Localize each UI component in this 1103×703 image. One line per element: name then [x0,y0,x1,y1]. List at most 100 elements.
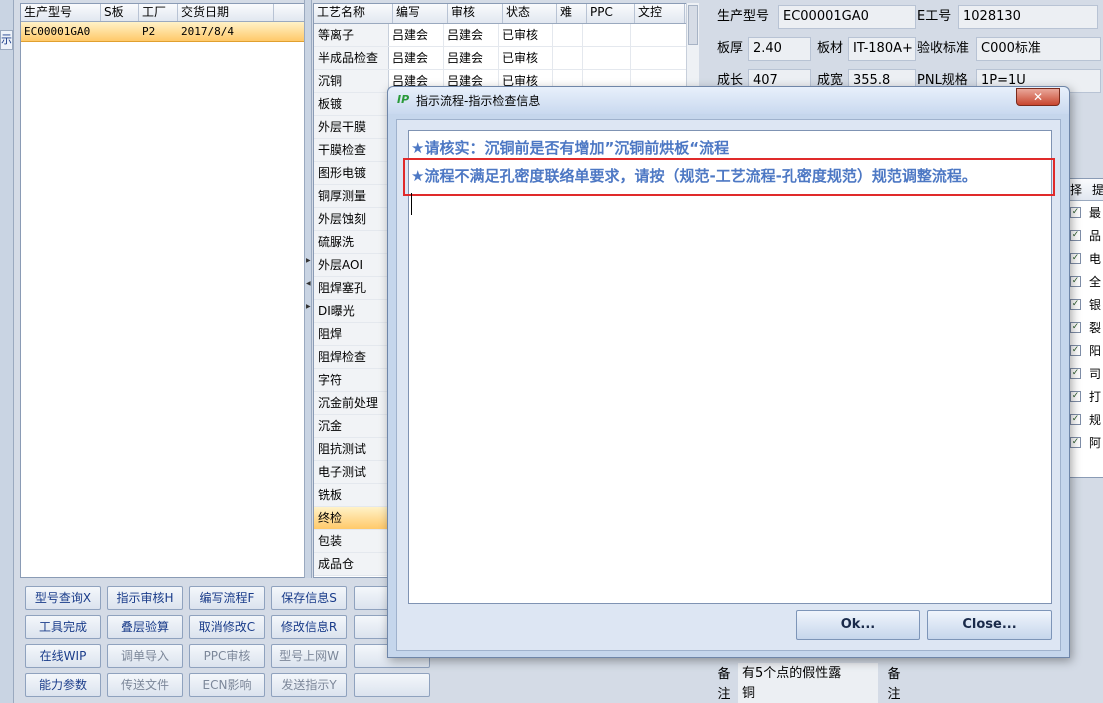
order-date-cell: 2017/8/4 [181,25,234,38]
action-button[interactable]: 调单导入 [107,644,183,668]
process-cell-name: 沉金 [314,415,389,437]
dialog-titlebar[interactable]: IP 指示流程-指示检查信息 ✕ [388,87,1069,114]
close-icon[interactable]: ✕ [1016,88,1060,106]
process-cell-name: 等离子 [314,24,389,46]
action-button[interactable]: ECN影响 [189,673,265,697]
checkbox-icon[interactable]: ✓ [1070,368,1081,379]
action-button[interactable]: 传送文件 [107,673,183,697]
process-cell-name: DI曝光 [314,300,389,322]
col-header-s-board[interactable]: S板 [101,4,139,21]
checklist-header-select: 择 [1070,183,1083,197]
checklist-item-label: 规 [1089,413,1102,427]
checklist-item-label: 银 [1089,298,1102,312]
checkbox-icon[interactable]: ✓ [1070,437,1081,448]
action-button[interactable]: 保存信息S [271,586,347,610]
checkbox-icon[interactable]: ✓ [1070,299,1081,310]
checklist-item-label: 电 [1089,252,1102,266]
order-grid-header: 生产型号 S板 工厂 交货日期 [21,4,309,22]
note-text-line1[interactable]: 有5个点的假性露 [738,663,878,684]
action-button[interactable]: 在线WIP [25,644,101,668]
checkbox-icon[interactable]: ✓ [1070,322,1081,333]
material-field[interactable]: IT-180A+ [848,37,916,61]
action-button[interactable]: PPC审核 [189,644,265,668]
action-button[interactable]: 能力参数 [25,673,101,697]
process-cell-name: 字符 [314,369,389,391]
checkbox-icon[interactable]: ✓ [1070,253,1081,264]
splitter-arrow-icon: ▶ [306,257,311,264]
app-logo-icon: IP [397,93,410,106]
col-header-ppc[interactable]: PPC [587,4,635,23]
checkbox-icon[interactable]: ✓ [1070,391,1081,402]
note-text-line2[interactable]: 铜 [738,683,878,703]
process-cell-name: 阻焊塞孔 [314,277,389,299]
process-cell-s: 已审核 [499,24,553,46]
ok-button[interactable]: Ok... [796,610,920,640]
checkbox-icon[interactable]: ✓ [1070,414,1081,425]
process-row[interactable]: 半成品检查 吕建会 吕建会 已审核 [314,47,698,70]
action-button[interactable]: 型号查询X [25,586,101,610]
col-header-date[interactable]: 交货日期 [178,4,274,21]
process-cell-s: 已审核 [499,47,553,69]
note-label-top: 备 [717,667,731,682]
col-header-factory[interactable]: 工厂 [139,4,178,21]
checkbox-icon[interactable]: ✓ [1070,276,1081,287]
col-header-difficulty[interactable]: 难 [557,4,587,23]
close-button[interactable]: Close... [927,610,1052,640]
action-button[interactable]: 叠层验算 [107,615,183,639]
action-button[interactable]: 取消修改C [189,615,265,639]
process-cell-p [583,47,631,69]
check-info-dialog: IP 指示流程-指示检查信息 ✕ ★请核实：沉铜前是否有增加”沉铜前烘板“流程 … [387,86,1070,658]
checklist-item-label: 全 [1089,275,1102,289]
col-header-doc-control[interactable]: 文控 [635,4,685,23]
process-row[interactable]: 等离子 吕建会 吕建会 已审核 [314,24,698,47]
highlight-box [403,158,1055,196]
col-header-model[interactable]: 生产型号 [21,4,101,21]
process-cell-d [553,47,583,69]
process-cell-name: 阻焊检查 [314,346,389,368]
side-tab[interactable]: 示 [0,30,13,50]
model-label: 生产型号 [717,9,770,24]
splitter-arrow-icon: ◀ [306,280,311,287]
col-header-reviewer[interactable]: 审核 [448,4,503,23]
note-label-bottom-2: 注 [887,687,901,702]
process-cell-k [631,47,681,69]
action-button[interactable]: 修改信息R [271,615,347,639]
order-model-cell: EC00001GA0 [24,25,91,38]
checklist-item-label: 司 [1089,367,1102,381]
process-cell-name: 沉铜 [314,70,389,92]
checkbox-icon[interactable]: ✓ [1070,345,1081,356]
action-button[interactable]: 发送指示Y [271,673,347,697]
process-cell-name: 沉金前处理 [314,392,389,414]
action-button[interactable]: 型号上网W [271,644,347,668]
note-label-top-2: 备 [887,667,901,682]
model-field[interactable]: EC00001GA0 [778,5,916,29]
order-s-board-cell [101,22,139,41]
order-row[interactable]: EC00001GA0 P2 2017/8/4 [21,22,309,42]
panel-splitter[interactable]: ▶ ◀ ▶ [304,0,312,578]
checkbox-icon[interactable]: ✓ [1070,230,1081,241]
process-cell-d [553,24,583,46]
action-button-panel: 型号查询X 指示审核H 编写流程F 保存信息S 工具完成 叠层验算 取消修改C 修改信息R 在线… [20,580,430,703]
thickness-field[interactable]: 2.40 [748,37,811,61]
col-header-writer[interactable]: 编写 [393,4,448,23]
standard-field[interactable]: C000标准 [976,37,1101,61]
blank-button[interactable] [354,673,430,697]
process-cell-r: 吕建会 [444,47,499,69]
checklist-item-label: 最 [1089,206,1102,220]
process-cell-p [583,24,631,46]
checkbox-icon[interactable]: ✓ [1070,207,1081,218]
process-cell-k [631,24,681,46]
process-cell-name: 铜厚测量 [314,185,389,207]
col-header-status[interactable]: 状态 [503,4,557,23]
col-header-process-name[interactable]: 工艺名称 [314,4,393,23]
action-button[interactable]: 编写流程F [189,586,265,610]
action-button[interactable]: 工具完成 [25,615,101,639]
process-cell-name: 外层蚀刻 [314,208,389,230]
process-cell-r: 吕建会 [444,24,499,46]
checklist-item-label: 打 [1089,390,1102,404]
dialog-body: ★请核实：沉铜前是否有增加”沉铜前烘板“流程 ★流程不满足孔密度联络单要求，请按… [396,119,1061,651]
action-button[interactable]: 指示审核H [107,586,183,610]
scrollbar-thumb[interactable] [688,5,698,45]
message-textarea[interactable]: ★请核实：沉铜前是否有增加”沉铜前烘板“流程 ★流程不满足孔密度联络单要求，请按… [403,130,1055,604]
e-number-field[interactable]: 1028130 [958,5,1098,29]
